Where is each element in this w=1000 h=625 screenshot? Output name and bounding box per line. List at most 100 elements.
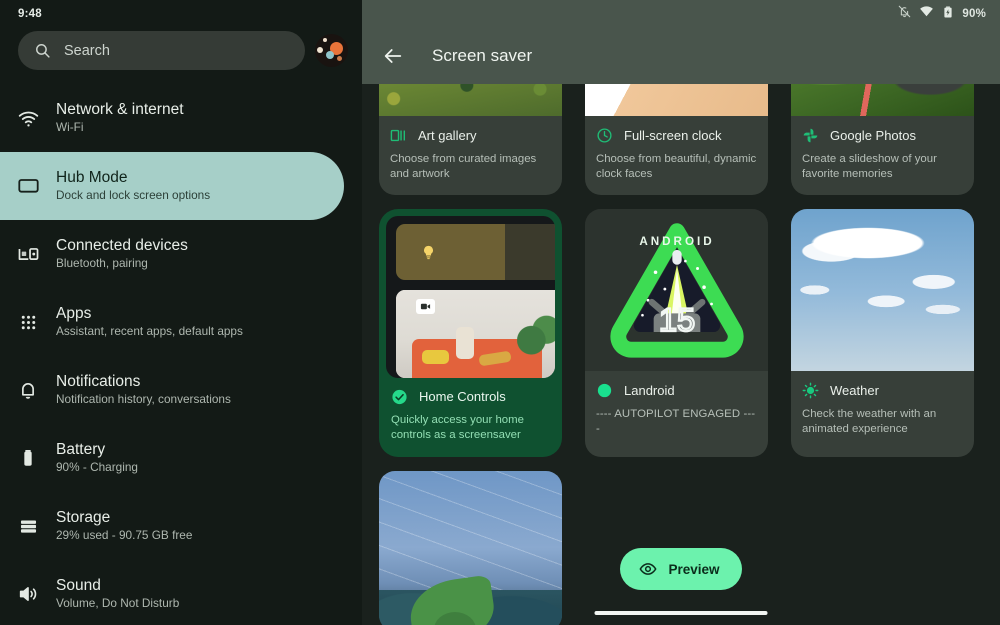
sidebar-item-connected-devices[interactable]: Connected devices Bluetooth, pairing bbox=[0, 220, 344, 288]
android-15-easter-egg-thumb: 15 ANDROID bbox=[585, 209, 768, 371]
avatar-dot-cream bbox=[317, 47, 323, 53]
main-status-bar: 90% bbox=[362, 0, 1000, 28]
screen-saver-pane: 90% Screen saver bbox=[362, 0, 1000, 625]
navigation-handle[interactable] bbox=[595, 611, 768, 615]
sidebar-item-sound[interactable]: Sound Volume, Do Not Disturb bbox=[0, 560, 344, 625]
weather-sky-thumb bbox=[791, 209, 974, 371]
sun-icon bbox=[802, 382, 819, 399]
card-meta: Google Photos Create a slideshow of your… bbox=[791, 116, 974, 195]
card-description: Choose from beautiful, dynamic clock fac… bbox=[596, 152, 757, 182]
card-title: Weather bbox=[830, 383, 879, 398]
sidebar-item-notifications[interactable]: Notifications Notification history, conv… bbox=[0, 356, 344, 424]
connected-devices-icon bbox=[0, 243, 56, 266]
sidebar-item-network-internet[interactable]: Network & internet Wi-Fi bbox=[0, 84, 344, 152]
art-painting-thumb bbox=[379, 84, 562, 116]
card-meta: Weather Check the weather with an animat… bbox=[791, 371, 974, 450]
sidebar-item-label: Network & internet bbox=[56, 101, 184, 118]
screensaver-card-weather[interactable]: Weather Check the weather with an animat… bbox=[791, 209, 974, 457]
wifi-icon bbox=[0, 107, 56, 130]
sidebar-item-sublabel: Volume, Do Not Disturb bbox=[56, 597, 179, 611]
green-dot-icon bbox=[596, 382, 613, 399]
card-description: Quickly access your home controls as a s… bbox=[391, 413, 550, 443]
android-wordmark: ANDROID bbox=[639, 235, 714, 248]
sidebar-item-label: Storage bbox=[56, 509, 192, 526]
search-input[interactable]: Search bbox=[18, 31, 305, 70]
wifi-icon bbox=[919, 4, 934, 24]
arrow-left-icon[interactable] bbox=[380, 43, 406, 69]
svg-text:15: 15 bbox=[658, 301, 694, 338]
camera-icon bbox=[416, 299, 435, 314]
card-title: Google Photos bbox=[830, 128, 916, 143]
clock-face-thumb bbox=[585, 84, 768, 116]
card-thumbnail bbox=[585, 84, 768, 116]
sidebar-item-sublabel: Assistant, recent apps, default apps bbox=[56, 325, 243, 339]
sidebar-item-sublabel: 90% - Charging bbox=[56, 461, 138, 475]
apps-grid-icon bbox=[0, 312, 56, 333]
avatar-dot-teal bbox=[326, 51, 334, 59]
photos-grass-thumb bbox=[791, 84, 974, 116]
screensaver-card-full-screen-clock[interactable]: Full-screen clock Choose from beautiful,… bbox=[585, 84, 768, 195]
page-title: Screen saver bbox=[432, 46, 532, 66]
card-thumbnail bbox=[386, 216, 555, 378]
avatar-dot-small bbox=[323, 38, 327, 42]
sidebar-item-sublabel: Notification history, conversations bbox=[56, 393, 231, 407]
sidebar-item-label: Sound bbox=[56, 577, 179, 594]
sidebar-item-storage[interactable]: Storage 29% used - 90.75 GB free bbox=[0, 492, 344, 560]
preview-button[interactable]: Preview bbox=[620, 548, 741, 590]
sidebar-item-hub-mode[interactable]: Hub Mode Dock and lock screen options bbox=[0, 152, 344, 220]
sidebar-item-label: Notifications bbox=[56, 373, 231, 390]
settings-sidebar: 9:48 Search bbox=[0, 0, 362, 625]
card-title: Full-screen clock bbox=[624, 128, 722, 143]
bell-off-icon bbox=[897, 4, 912, 24]
preview-button-label: Preview bbox=[668, 562, 719, 577]
sidebar-status-bar: 9:48 bbox=[0, 0, 362, 28]
storage-icon bbox=[0, 516, 56, 537]
battery-charging-icon bbox=[941, 5, 955, 24]
card-description: ---- AUTOPILOT ENGAGED ---- bbox=[596, 407, 757, 437]
lightbulb-icon bbox=[420, 244, 437, 266]
status-battery-percent: 90% bbox=[962, 8, 986, 20]
screen-saver-scroll-area[interactable]: Art gallery Choose from curated images a… bbox=[362, 84, 1000, 625]
clock-icon bbox=[596, 127, 613, 144]
search-icon bbox=[34, 42, 51, 59]
card-description: Create a slideshow of your favorite memo… bbox=[802, 152, 963, 182]
card-description: Choose from curated images and artwork bbox=[390, 152, 551, 182]
sidebar-item-battery[interactable]: Battery 90% - Charging bbox=[0, 424, 344, 492]
app-top-bar: 90% Screen saver bbox=[362, 0, 1000, 84]
eye-icon bbox=[639, 560, 657, 578]
card-meta: Full-screen clock Choose from beautiful,… bbox=[585, 116, 768, 195]
screensaver-card-google-photos[interactable]: Google Photos Create a slideshow of your… bbox=[791, 84, 974, 195]
sidebar-item-sublabel: 29% used - 90.75 GB free bbox=[56, 529, 192, 543]
screen-saver-card-grid: Art gallery Choose from curated images a… bbox=[362, 84, 1000, 625]
card-thumbnail bbox=[379, 84, 562, 116]
card-meta: Landroid ---- AUTOPILOT ENGAGED ---- bbox=[585, 371, 768, 450]
card-title: Landroid bbox=[624, 383, 675, 398]
monitor-icon bbox=[0, 175, 56, 198]
sidebar-item-apps[interactable]: Apps Assistant, recent apps, default app… bbox=[0, 288, 344, 356]
card-thumbnail bbox=[791, 84, 974, 116]
card-meta: Home Controls Quickly access your home c… bbox=[386, 378, 555, 450]
settings-screen: 9:48 Search bbox=[0, 0, 1000, 625]
battery-icon bbox=[0, 447, 56, 469]
screensaver-card-home-controls[interactable]: Home Controls Quickly access your home c… bbox=[379, 209, 562, 457]
sidebar-item-sublabel: Wi-Fi bbox=[56, 121, 184, 135]
preview-button-container: Preview bbox=[362, 548, 1000, 590]
sidebar-item-label: Apps bbox=[56, 305, 243, 322]
card-description: Check the weather with an animated exper… bbox=[802, 407, 963, 437]
screensaver-card-art-gallery[interactable]: Art gallery Choose from curated images a… bbox=[379, 84, 562, 195]
volume-icon bbox=[0, 583, 56, 605]
avatar-dot-brown bbox=[337, 56, 342, 61]
google-photos-icon bbox=[802, 127, 819, 144]
bell-icon bbox=[0, 379, 56, 401]
card-title: Art gallery bbox=[418, 128, 477, 143]
card-thumbnail: 15 ANDROID bbox=[585, 209, 768, 371]
card-title: Home Controls bbox=[419, 389, 506, 404]
screensaver-card-landroid[interactable]: 15 ANDROID Landroid ---- AUTOPILOT bbox=[585, 209, 768, 457]
status-clock: 9:48 bbox=[18, 8, 42, 20]
search-placeholder: Search bbox=[64, 43, 110, 59]
sidebar-nav: Network & internet Wi-Fi Hub Mode Dock a… bbox=[0, 84, 362, 625]
sidebar-item-label: Battery bbox=[56, 441, 138, 458]
sidebar-item-label: Connected devices bbox=[56, 237, 188, 254]
avatar[interactable] bbox=[315, 34, 348, 67]
sidebar-item-sublabel: Dock and lock screen options bbox=[56, 189, 210, 203]
